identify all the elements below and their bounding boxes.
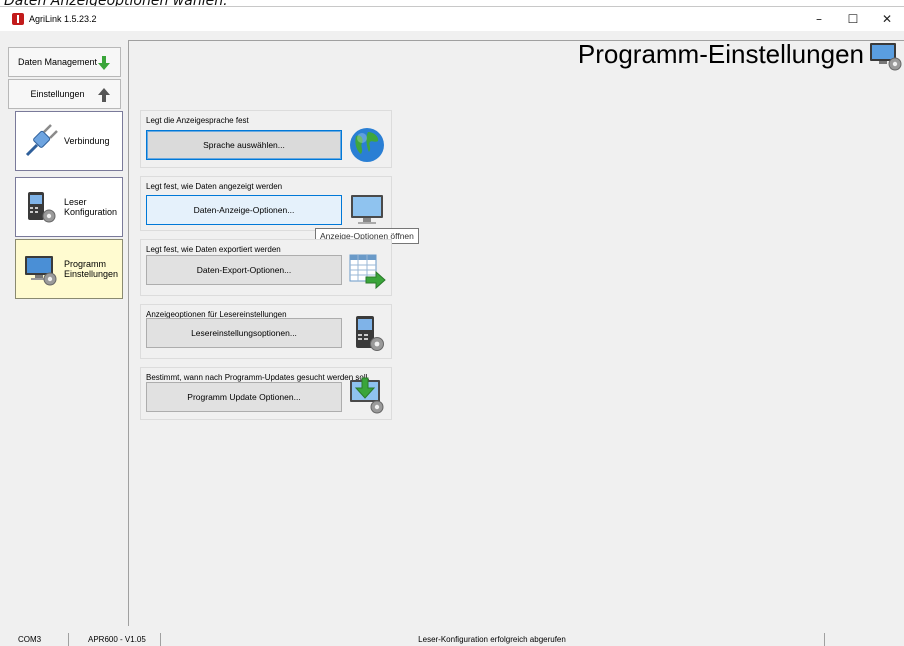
monitor-settings-icon: [25, 256, 57, 286]
monitor-icon: [351, 195, 383, 224]
sidebar-item-verbindung[interactable]: Verbindung: [15, 111, 123, 171]
reader-settings-options-button[interactable]: Lesereinstellungsoptionen...: [146, 318, 342, 348]
app-info-icon: [12, 13, 24, 25]
sidebar-item-programm-einstellungen[interactable]: Programm Einstellungen: [15, 239, 123, 299]
sidebar: Daten Management Einstellungen Verbindun…: [8, 47, 123, 622]
data-export-options-button[interactable]: Daten-Export-Optionen...: [146, 255, 342, 285]
data-display-options-button[interactable]: Daten-Anzeige-Optionen...: [146, 195, 342, 225]
select-language-button[interactable]: Sprache auswählen...: [146, 130, 342, 160]
page-title: Programm-Einstellungen: [577, 39, 864, 69]
settings-group-reader: Anzeigeoptionen für Lesereinstellungen L…: [140, 304, 392, 359]
settings-group-display: Legt fest, wie Daten angezeigt werden Da…: [140, 176, 392, 231]
close-button[interactable]: ✕: [870, 7, 904, 31]
plug-icon: [25, 124, 58, 157]
settings-group-language: Legt die Anzeigesprache fest Sprache aus…: [140, 110, 392, 168]
window-title: AgriLink 1.5.23.2: [29, 14, 97, 24]
reader-config-icon: [28, 192, 56, 223]
arrow-down-icon: [98, 56, 110, 70]
maximize-button[interactable]: ☐: [836, 7, 870, 31]
sidebar-item-label: Leser Konfiguration: [64, 197, 118, 217]
title-bar: AgriLink 1.5.23.2 – ☐ ✕: [0, 7, 904, 31]
status-port: COM3: [18, 635, 42, 644]
nav-tab-einstellungen[interactable]: Einstellungen: [8, 79, 121, 109]
program-update-options-button[interactable]: Programm Update Optionen...: [146, 382, 342, 412]
nav-tab-daten-management[interactable]: Daten Management: [8, 47, 121, 77]
settings-group-update: Bestimmt, wann nach Programm-Updates ges…: [140, 367, 392, 420]
sidebar-item-label: Verbindung: [64, 136, 110, 146]
group-legend: Legt fest, wie Daten exportiert werden: [146, 245, 281, 254]
status-separator: [824, 633, 825, 646]
sidebar-item-label: Programm Einstellungen: [64, 259, 119, 279]
update-download-icon: [350, 377, 384, 414]
group-legend: Legt die Anzeigesprache fest: [146, 116, 249, 125]
status-separator: [68, 633, 69, 646]
status-separator: [160, 633, 161, 646]
settings-group-export: Legt fest, wie Daten exportiert werden D…: [140, 239, 392, 296]
monitor-settings-icon: [870, 43, 902, 71]
group-legend: Bestimmt, wann nach Programm-Updates ges…: [146, 373, 370, 382]
app-window: AgriLink 1.5.23.2 – ☐ ✕ Daten Management…: [0, 6, 904, 646]
window-controls: – ☐ ✕: [802, 7, 904, 31]
globe-icon: [350, 128, 384, 162]
minimize-button[interactable]: –: [802, 7, 836, 31]
table-export-icon: [349, 254, 386, 290]
group-legend: Legt fest, wie Daten angezeigt werden: [146, 182, 283, 191]
status-message: Leser-Konfiguration erfolgreich abgerufe…: [418, 635, 566, 644]
reader-settings-icon: [356, 316, 384, 351]
arrow-up-icon: [98, 88, 110, 102]
sidebar-item-leser-konfiguration[interactable]: Leser Konfiguration: [15, 177, 123, 237]
status-device: APR600 - V1.05: [88, 635, 146, 644]
